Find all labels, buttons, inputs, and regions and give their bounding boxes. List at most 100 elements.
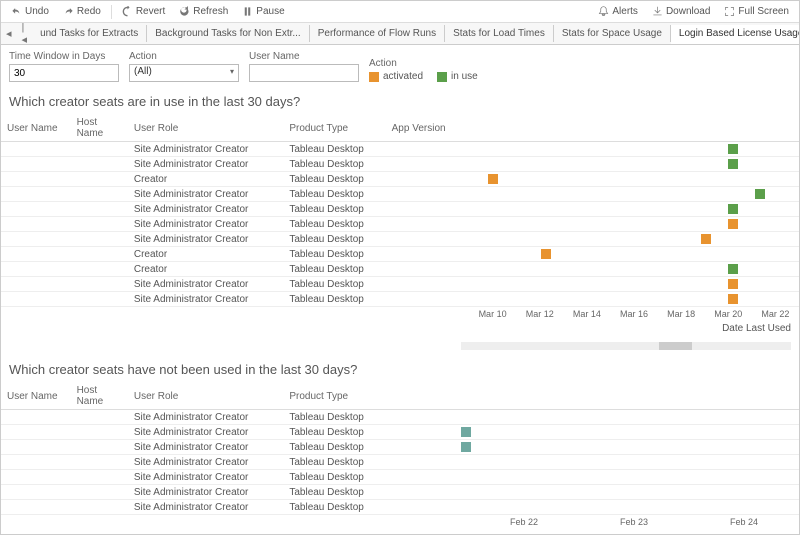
data-marker[interactable] <box>488 174 498 184</box>
filter-time-window-label: Time Window in Days <box>9 51 119 62</box>
table-row[interactable]: Site Administrator CreatorTableau Deskto… <box>1 142 799 157</box>
legend-inuse-label: in use <box>451 71 478 82</box>
refresh-button[interactable]: Refresh <box>173 4 234 19</box>
tab-scroll-left-skip[interactable]: |◂ <box>17 23 33 45</box>
data-marker[interactable] <box>728 294 738 304</box>
th2-producttype[interactable]: Product Type <box>283 383 385 410</box>
th-appversion[interactable]: App Version <box>386 115 462 142</box>
data-marker[interactable] <box>461 427 471 437</box>
data-marker[interactable] <box>461 442 471 452</box>
axis-tick: Mar 16 <box>610 309 657 319</box>
th-hostname[interactable]: Host Name <box>71 115 128 142</box>
th-userrole[interactable]: User Role <box>128 115 284 142</box>
th2-userrole[interactable]: User Role <box>128 383 284 410</box>
action-select[interactable]: (All) <box>129 64 239 82</box>
section2-title: Which creator seats have not been used i… <box>1 358 799 383</box>
filter-action-label: Action <box>129 51 239 62</box>
table-row[interactable]: Site Administrator CreatorTableau Deskto… <box>1 455 799 470</box>
data-marker[interactable] <box>728 204 738 214</box>
revert-button[interactable]: Revert <box>116 4 171 19</box>
table-row[interactable]: Site Administrator CreatorTableau Deskto… <box>1 202 799 217</box>
data-marker[interactable] <box>728 279 738 289</box>
download-label: Download <box>666 6 710 17</box>
table-row[interactable]: CreatorTableau Desktop <box>1 262 799 277</box>
axis-tick: Mar 12 <box>516 309 563 319</box>
table-row[interactable]: Site Administrator CreatorTableau Deskto… <box>1 440 799 455</box>
section1-title: Which creator seats are in use in the la… <box>1 90 799 115</box>
axis-tick: Feb 24 <box>689 517 799 527</box>
undo-button[interactable]: Undo <box>5 4 55 19</box>
table-row[interactable]: Site Administrator CreatorTableau Deskto… <box>1 157 799 172</box>
tab-3[interactable]: Stats for Load Times <box>445 25 554 42</box>
tab-scroll-left[interactable]: ◂ <box>1 25 17 42</box>
data-marker[interactable] <box>728 144 738 154</box>
table-row[interactable]: CreatorTableau Desktop <box>1 247 799 262</box>
table-row[interactable]: Site Administrator CreatorTableau Deskto… <box>1 277 799 292</box>
table-row[interactable]: Site Administrator CreatorTableau Deskto… <box>1 470 799 485</box>
th2-hostname[interactable]: Host Name <box>71 383 128 410</box>
th-username[interactable]: User Name <box>1 115 71 142</box>
section1-scrollbar[interactable] <box>461 342 791 350</box>
revert-label: Revert <box>136 6 165 17</box>
table-row[interactable]: Site Administrator CreatorTableau Deskto… <box>1 187 799 202</box>
tab-bar: ◂ |◂ und Tasks for Extracts Background T… <box>1 23 799 45</box>
undo-label: Undo <box>25 6 49 17</box>
th-chart <box>461 115 799 142</box>
table-row[interactable]: Site Administrator CreatorTableau Deskto… <box>1 217 799 232</box>
alerts-label: Alerts <box>612 6 638 17</box>
pause-button[interactable]: Pause <box>236 4 290 19</box>
filter-user-name-label: User Name <box>249 51 359 62</box>
table-row[interactable]: Site Administrator CreatorTableau Deskto… <box>1 232 799 247</box>
fullscreen-button[interactable]: Full Screen <box>718 4 795 19</box>
section1-axis-label: Date Last Used <box>1 321 799 340</box>
axis-tick: Mar 14 <box>563 309 610 319</box>
table-row[interactable]: Site Administrator CreatorTableau Deskto… <box>1 292 799 307</box>
tab-2[interactable]: Performance of Flow Runs <box>310 25 445 42</box>
time-window-input[interactable] <box>9 64 119 82</box>
section1-table: User Name Host Name User Role Product Ty… <box>1 115 799 307</box>
redo-label: Redo <box>77 6 101 17</box>
table-row[interactable]: Site Administrator CreatorTableau Deskto… <box>1 425 799 440</box>
th2-username[interactable]: User Name <box>1 383 71 410</box>
th2-chart <box>461 383 799 410</box>
th-producttype[interactable]: Product Type <box>283 115 385 142</box>
axis-tick: Mar 10 <box>469 309 516 319</box>
section2-table: User Name Host Name User Role Product Ty… <box>1 383 799 515</box>
legend-activated-label: activated <box>383 71 423 82</box>
swatch-inuse-icon <box>437 72 447 82</box>
section2-axis: Feb 22Feb 23Feb 24 <box>469 515 799 529</box>
alerts-button[interactable]: Alerts <box>592 4 644 19</box>
download-button[interactable]: Download <box>646 4 716 19</box>
data-marker[interactable] <box>728 219 738 229</box>
data-marker[interactable] <box>728 264 738 274</box>
table-row[interactable]: Site Administrator CreatorTableau Deskto… <box>1 485 799 500</box>
user-name-input[interactable] <box>249 64 359 82</box>
pause-label: Pause <box>256 6 284 17</box>
legend: Action activated in use <box>369 58 478 82</box>
tab-5[interactable]: Login Based License Usage <box>671 25 799 44</box>
th2-blank <box>386 383 462 410</box>
fullscreen-label: Full Screen <box>738 6 789 17</box>
filter-user-name: User Name <box>249 51 359 82</box>
data-marker[interactable] <box>701 234 711 244</box>
section1-axis: Mar 10Mar 12Mar 14Mar 16Mar 18Mar 20Mar … <box>469 307 799 321</box>
axis-tick: Feb 23 <box>579 517 689 527</box>
tab-4[interactable]: Stats for Space Usage <box>554 25 671 42</box>
redo-button[interactable]: Redo <box>57 4 107 19</box>
data-marker[interactable] <box>728 159 738 169</box>
swatch-activated-icon <box>369 72 379 82</box>
filter-time-window: Time Window in Days <box>9 51 119 82</box>
tab-0[interactable]: und Tasks for Extracts <box>32 25 147 42</box>
legend-title: Action <box>369 58 478 69</box>
data-marker[interactable] <box>755 189 765 199</box>
filter-action: Action (All) <box>129 51 239 82</box>
table-row[interactable]: Site Administrator CreatorTableau Deskto… <box>1 500 799 515</box>
legend-activated: activated <box>369 71 423 82</box>
divider <box>111 5 112 19</box>
refresh-label: Refresh <box>193 6 228 17</box>
data-marker[interactable] <box>541 249 551 259</box>
axis-tick: Mar 22 <box>752 309 799 319</box>
tab-1[interactable]: Background Tasks for Non Extr... <box>147 25 309 42</box>
table-row[interactable]: CreatorTableau Desktop <box>1 172 799 187</box>
table-row[interactable]: Site Administrator CreatorTableau Deskto… <box>1 410 799 425</box>
